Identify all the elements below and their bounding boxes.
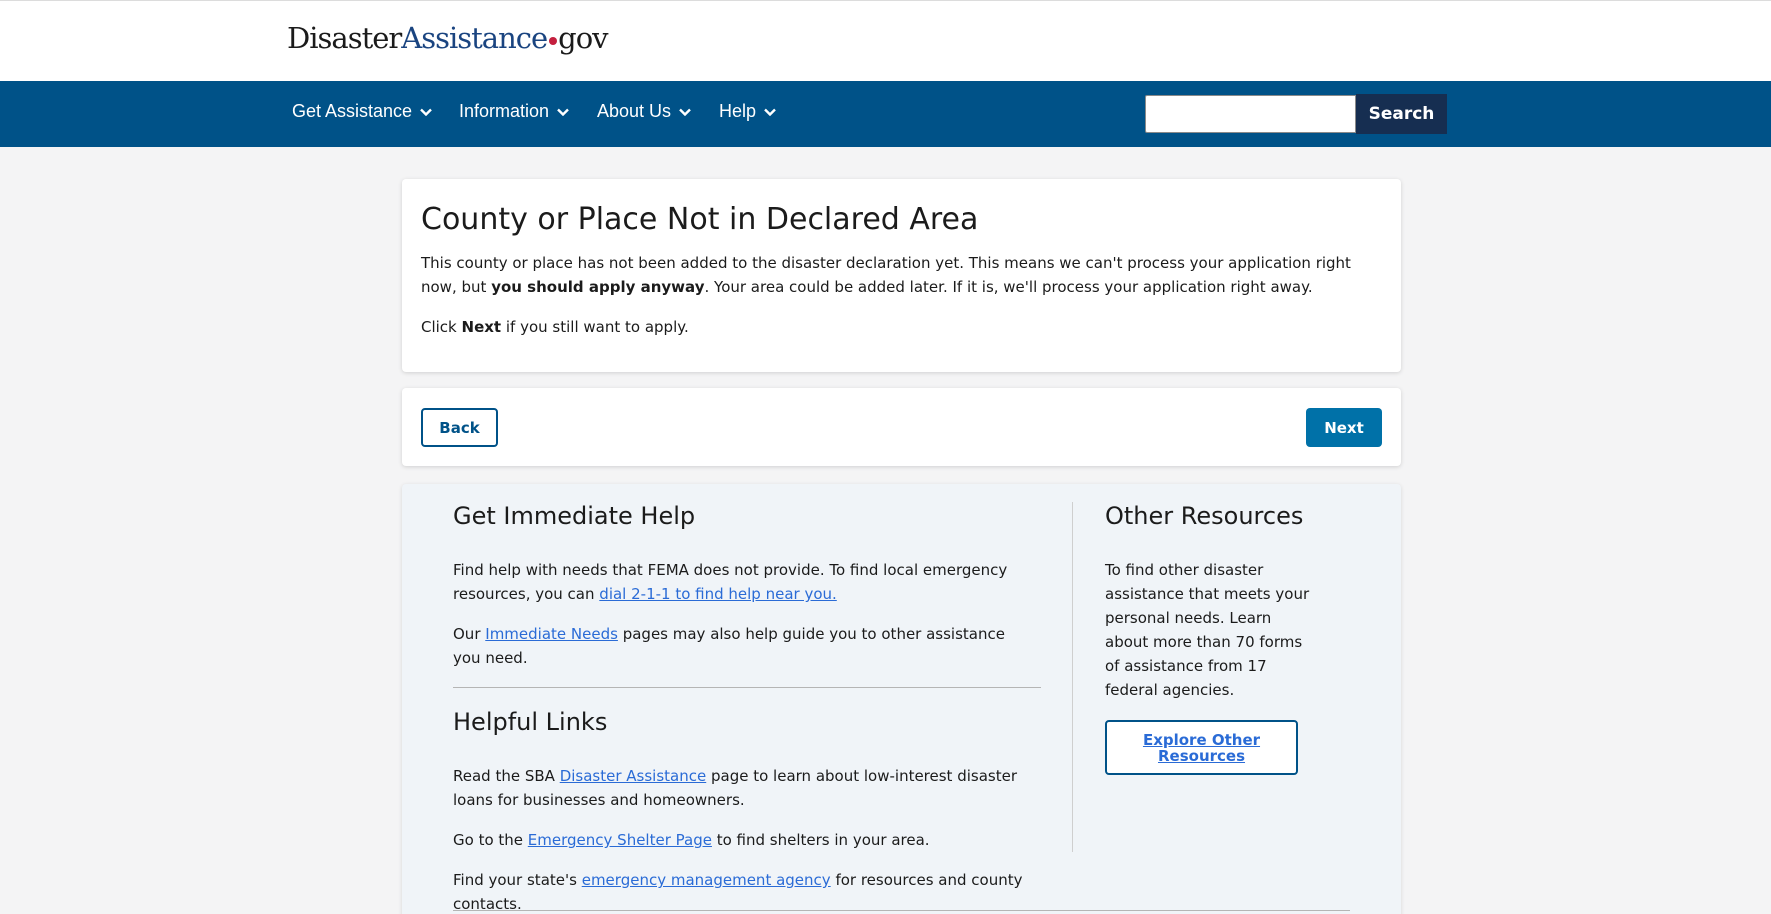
instruction-text-a: Click: [421, 318, 457, 336]
notice-card: County or Place Not in Declared Area Thi…: [402, 179, 1401, 372]
site-logo[interactable]: DisasterAssistance gov: [287, 21, 609, 55]
nav-label: Get Assistance: [292, 101, 413, 121]
sba-text-a: Read the SBA: [453, 767, 555, 785]
column-divider: [1072, 502, 1073, 852]
shelter-paragraph: Go to the Emergency Shelter Page to find…: [453, 828, 1033, 852]
nav-information[interactable]: Information: [459, 101, 569, 122]
search-input[interactable]: [1145, 95, 1356, 133]
chevron-down-icon: [764, 108, 776, 117]
nav-label: About Us: [597, 101, 672, 121]
chevron-down-icon: [420, 108, 432, 117]
back-button[interactable]: Back: [421, 408, 498, 447]
logo-text-disaster: Disaster: [287, 21, 402, 55]
shelter-text-b: to find shelters in your area.: [716, 831, 930, 849]
logo-text-assistance: Assistance: [401, 21, 548, 55]
other-resources-text: To find other disaster assistance that m…: [1105, 561, 1310, 699]
immediate-help-heading: Get Immediate Help: [453, 502, 696, 530]
sba-paragraph: Read the SBA Disaster Assistance page to…: [453, 764, 1033, 812]
immediate-needs-paragraph: Our Immediate Needs pages may also help …: [453, 622, 1033, 670]
agency-text-a: Find your state's: [453, 871, 577, 889]
emergency-shelter-link[interactable]: Emergency Shelter Page: [528, 831, 712, 849]
dial-211-link[interactable]: dial 2-1-1 to find help near you.: [599, 585, 837, 603]
logo-text-gov: gov: [558, 21, 608, 55]
chevron-down-icon: [557, 108, 569, 117]
notice-paragraph: This county or place has not been added …: [421, 251, 1381, 299]
sba-disaster-assistance-link[interactable]: Disaster Assistance: [560, 767, 707, 785]
notice-text-b: . Your area could be added later. If it …: [704, 278, 1313, 296]
main-nav: Get Assistance Information About Us Help…: [0, 81, 1771, 147]
nav-help[interactable]: Help: [719, 101, 776, 122]
logo-dot-icon: [549, 37, 558, 45]
emergency-management-agency-link[interactable]: emergency management agency: [582, 871, 831, 889]
immediate-help-paragraph: Find help with needs that FEMA does not …: [453, 558, 1033, 606]
site-header: DisasterAssistance gov: [0, 0, 1771, 81]
instruction-text-b: if you still want to apply.: [505, 318, 689, 336]
nav-about-us[interactable]: About Us: [597, 101, 691, 122]
immediate-needs-text-a: Our: [453, 625, 481, 643]
other-resources-heading: Other Resources: [1105, 502, 1304, 530]
chevron-down-icon: [679, 108, 691, 117]
section-divider: [453, 687, 1041, 688]
agency-paragraph: Find your state's emergency management a…: [453, 868, 1033, 914]
resources-section: Get Immediate Help Find help with needs …: [402, 484, 1401, 914]
next-button[interactable]: Next: [1306, 408, 1382, 447]
page-title: County or Place Not in Declared Area: [421, 202, 979, 237]
search-button[interactable]: Search: [1356, 94, 1447, 134]
shelter-text-a: Go to the: [453, 831, 524, 849]
instruction-text-bold: Next: [461, 318, 502, 336]
nav-label: Information: [459, 101, 550, 121]
notice-text-bold: you should apply anyway: [491, 278, 705, 296]
navigation-card: Back Next: [402, 388, 1401, 466]
explore-other-resources-button[interactable]: Explore Other Resources: [1105, 720, 1298, 775]
nav-label: Help: [719, 101, 757, 121]
nav-get-assistance[interactable]: Get Assistance: [292, 101, 432, 122]
immediate-needs-link[interactable]: Immediate Needs: [485, 625, 618, 643]
helpful-links-heading: Helpful Links: [453, 708, 608, 736]
instruction-paragraph: Click Next if you still want to apply.: [421, 315, 689, 339]
bottom-divider: [453, 910, 1350, 911]
